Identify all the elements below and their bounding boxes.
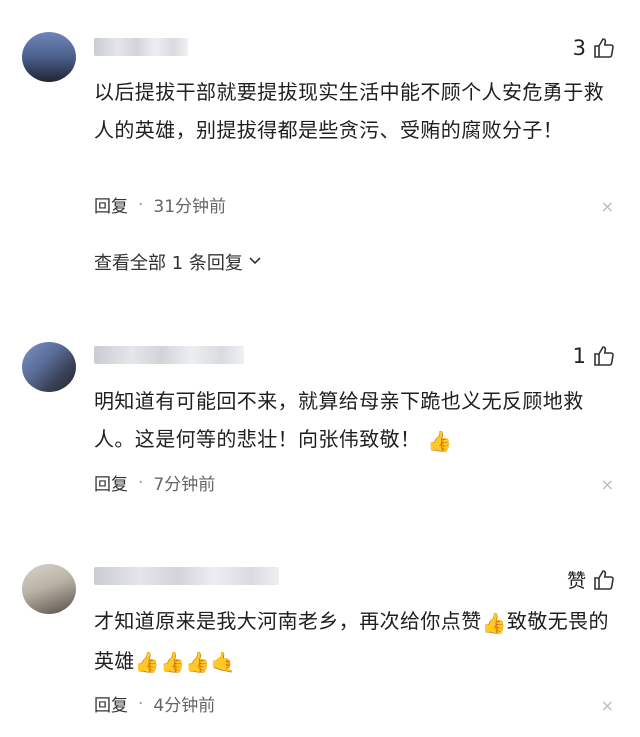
- comment-text-tail: ！: [400, 427, 421, 451]
- avatar[interactable]: [22, 32, 76, 82]
- thumbs-up-emoji: 👍: [427, 428, 453, 453]
- like-count: 1: [572, 344, 586, 368]
- separator: ·: [138, 472, 144, 493]
- comment-text-main: 明知道有可能回不来，就算给母亲下跪也义无反顾地救人。这是何等的悲壮！向张伟致敬: [94, 389, 584, 451]
- thumbs-up-icon: [592, 36, 616, 60]
- thumbs-up-icon: [592, 344, 616, 368]
- username-blurred[interactable]: [94, 38, 188, 56]
- emoji-group: 👍👍👍🤙: [134, 650, 237, 674]
- thumbs-up-emoji: 👍: [481, 610, 507, 635]
- thumbs-up-icon: [592, 568, 616, 592]
- avatar[interactable]: [22, 564, 76, 614]
- timestamp: 4分钟前: [153, 696, 216, 716]
- reply-button[interactable]: 回复: [94, 470, 128, 495]
- comment-text: 明知道有可能回不来，就算给母亲下跪也义无反顾地救人。这是何等的悲壮！向张伟致敬！…: [94, 382, 614, 460]
- comment-3: 赞 才知道原来是我大河南老乡，再次给你点赞👍致敬无畏的英雄👍👍👍🤙 回复 · 4…: [0, 550, 640, 737]
- like-button[interactable]: 赞: [567, 566, 616, 593]
- comment-text-part-a: 才知道原来是我大河南老乡，再次给你点赞: [94, 609, 482, 633]
- like-button[interactable]: 3: [573, 36, 616, 60]
- reply-button[interactable]: 回复: [94, 192, 128, 217]
- like-count: 3: [572, 36, 586, 60]
- view-all-label: 查看全部 1 条回复: [94, 253, 243, 274]
- close-icon[interactable]: ×: [601, 475, 614, 494]
- reply-button[interactable]: 回复: [94, 691, 128, 716]
- like-label: 赞: [566, 570, 586, 592]
- comment-2: 1 明知道有可能回不来，就算给母亲下跪也义无反顾地救人。这是何等的悲壮！向张伟致…: [0, 320, 640, 550]
- username-blurred[interactable]: [94, 567, 279, 585]
- avatar[interactable]: [22, 342, 76, 392]
- chevron-down-icon: [247, 252, 263, 273]
- comment-meta: 回复 · 4分钟前: [94, 691, 216, 717]
- close-icon[interactable]: ×: [601, 696, 614, 715]
- comment-text: 才知道原来是我大河南老乡，再次给你点赞👍致敬无畏的英雄👍👍👍🤙: [94, 602, 614, 681]
- separator: ·: [138, 194, 144, 215]
- comment-meta: 回复 · 31分钟前: [94, 192, 227, 218]
- comment-text: 以后提拔干部就要提拔现实生活中能不顾个人安危勇于救人的英雄，别提拔得都是些贪污、…: [94, 80, 604, 142]
- timestamp: 7分钟前: [153, 475, 216, 495]
- view-all-replies-button[interactable]: 查看全部 1 条回复: [94, 249, 263, 275]
- comment-meta: 回复 · 7分钟前: [94, 470, 216, 496]
- close-icon[interactable]: ×: [601, 197, 614, 216]
- separator: ·: [138, 693, 144, 714]
- timestamp: 31分钟前: [153, 197, 227, 217]
- like-button[interactable]: 1: [573, 344, 616, 368]
- comment-1: 3 以后提拔干部就要提拔现实生活中能不顾个人安危勇于救人的英雄，别提拔得都是些贪…: [0, 0, 640, 320]
- username-blurred[interactable]: [94, 346, 244, 364]
